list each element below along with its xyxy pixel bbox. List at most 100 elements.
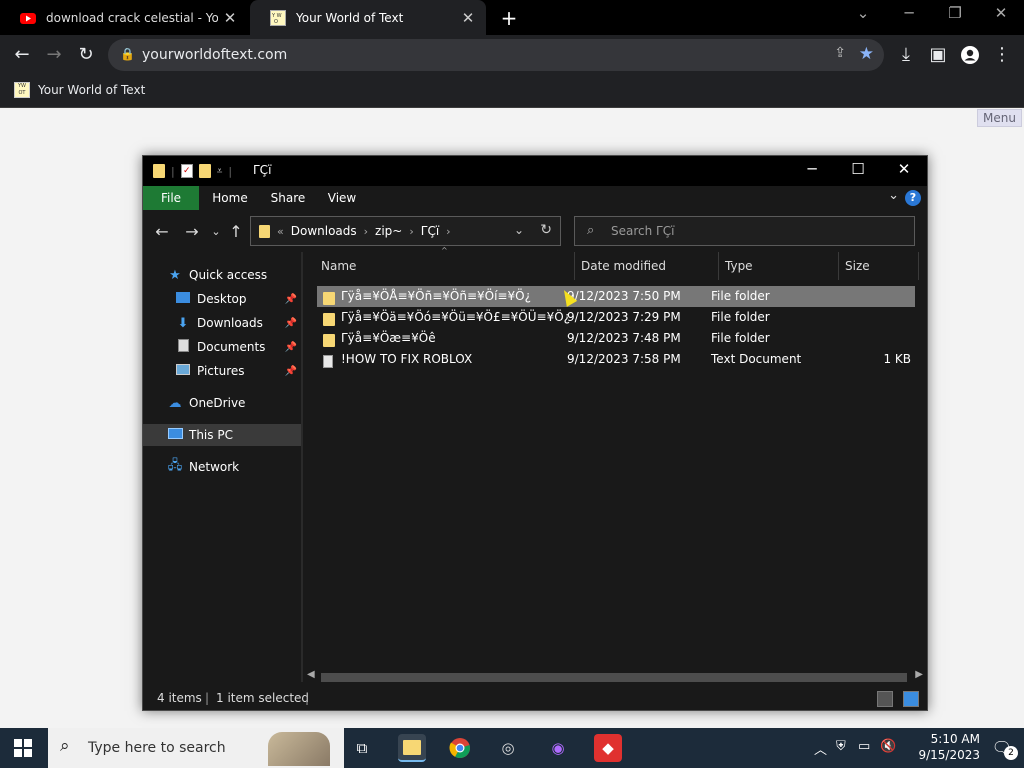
back-arrow-icon[interactable]: ←	[10, 43, 34, 67]
help-icon[interactable]: ?	[905, 190, 921, 206]
network-icon[interactable]: ▭	[858, 739, 870, 754]
file-row[interactable]: Γÿå≡¥Öæ≡¥Öê 9/12/2023 7:48 PM File folder	[317, 328, 915, 349]
file-name: Γÿå≡¥ÖÅ≡¥Öñ≡¥Öñ≡¥Öí≡¥Ö¿	[341, 289, 531, 303]
share-icon[interactable]: ⇪	[834, 45, 846, 61]
nav-downloads[interactable]: ⬇ Downloads 📌	[143, 312, 301, 334]
expand-ribbon-icon[interactable]: ⌄	[888, 188, 899, 203]
reload-icon[interactable]: ↻	[74, 43, 98, 67]
recent-locations-icon[interactable]: ⌄	[206, 225, 226, 238]
up-arrow-icon[interactable]: ↑	[226, 222, 246, 241]
pin-icon: 📌	[284, 365, 297, 377]
tab-file[interactable]: File	[143, 186, 199, 210]
anydesk-icon[interactable]: ◆	[594, 734, 622, 762]
breadcrumb-downloads[interactable]: Downloads	[291, 224, 357, 238]
chrome-icon[interactable]	[446, 734, 474, 762]
nav-documents[interactable]: Documents 📌	[143, 336, 301, 358]
nav-onedrive[interactable]: ☁ OneDrive	[143, 392, 301, 414]
chevron-up-icon[interactable]: ︿	[814, 739, 827, 758]
chevron-right-icon[interactable]: ›	[409, 225, 413, 238]
podcast-app-icon[interactable]: ◉	[544, 734, 572, 762]
address-bar[interactable]: « Downloads › zip~ › ΓÇï › ⌄ ↻	[250, 216, 561, 246]
quick-access-toolbar: | ✓ ⩡ |	[153, 164, 232, 178]
properties-icon[interactable]: ✓	[180, 164, 193, 178]
clock-date: 9/15/2023	[918, 748, 980, 762]
address-bar[interactable]: 🔒 yourworldoftext.com ⇪ ★	[108, 39, 884, 71]
profile-icon[interactable]	[958, 43, 982, 67]
column-size[interactable]: Size	[839, 252, 919, 280]
scroll-right-icon[interactable]: ▶	[915, 669, 923, 680]
page-menu-button[interactable]: Menu	[977, 109, 1022, 127]
scroll-left-icon[interactable]: ◀	[307, 669, 315, 680]
chevron-right-icon[interactable]: ›	[446, 225, 450, 238]
search-icon: ⌕	[587, 223, 595, 238]
file-type: File folder	[711, 331, 770, 345]
obs-icon[interactable]: ◎	[494, 734, 522, 762]
chevron-down-icon[interactable]: ⌄	[848, 4, 878, 22]
breadcrumb-current[interactable]: ΓÇï	[421, 224, 439, 238]
minimize-icon[interactable]: ─	[894, 4, 924, 22]
file-explorer-icon[interactable]	[398, 734, 426, 762]
column-name[interactable]: Name	[315, 252, 575, 280]
shield-icon[interactable]: ⛨	[836, 739, 846, 754]
close-window-icon[interactable]: ✕	[881, 160, 927, 178]
tab-home[interactable]: Home	[205, 186, 255, 210]
file-date: 9/12/2023 7:50 PM	[567, 289, 681, 303]
large-icons-view-icon[interactable]	[903, 691, 919, 707]
nav-this-pc[interactable]: This PC	[143, 424, 301, 446]
tab-view[interactable]: View	[319, 186, 365, 210]
nav-network[interactable]: 🖧 Network	[143, 456, 301, 478]
forward-arrow-icon[interactable]: →	[42, 43, 66, 67]
breadcrumb-zip[interactable]: zip~	[375, 224, 402, 238]
customize-toolbar-icon[interactable]: ⩡	[217, 166, 223, 177]
refresh-icon[interactable]: ↻	[540, 222, 552, 238]
file-explorer-window: | ✓ ⩡ | ΓÇï ─ ☐ ✕ File Home Share View ⌄…	[142, 155, 928, 711]
nav-pictures[interactable]: Pictures 📌	[143, 360, 301, 382]
search-box[interactable]: ⌕	[574, 216, 915, 246]
bookmark-star-icon[interactable]: ★	[859, 44, 874, 64]
back-arrow-icon[interactable]: ←	[152, 222, 172, 241]
nav-quick-access[interactable]: ★ Quick access	[143, 264, 301, 286]
volume-muted-icon[interactable]: 🔇	[880, 739, 896, 754]
file-row[interactable]: Γÿå≡¥Öä≡¥Öó≡¥Öü≡¥Ö£≡¥ÖÜ≡¥Ö¿ 9/12/2023 7:2…	[317, 307, 915, 328]
maximize-icon[interactable]: ☐	[835, 160, 881, 178]
folder-icon	[153, 164, 165, 178]
file-name: !HOW TO FIX ROBLOX	[341, 352, 473, 366]
taskbar-search[interactable]: ⌕ Type here to search	[48, 728, 344, 768]
file-row[interactable]: Γÿå≡¥ÖÅ≡¥Öñ≡¥Öñ≡¥Öí≡¥Ö¿ 9/12/2023 7:50 PM…	[317, 286, 915, 307]
documents-icon	[175, 338, 191, 356]
tab-yourworldoftext[interactable]: Y WO Your World of Text ✕	[250, 0, 486, 35]
chevron-down-icon[interactable]: ⌄	[514, 223, 524, 237]
breadcrumb-overflow[interactable]: «	[277, 225, 284, 238]
file-name: Γÿå≡¥Öä≡¥Öó≡¥Öü≡¥Ö£≡¥ÖÜ≡¥Ö¿	[341, 310, 571, 324]
yourworldoftext-icon: Y WO	[270, 9, 286, 26]
file-row[interactable]: !HOW TO FIX ROBLOX 9/12/2023 7:58 PM Text …	[317, 349, 915, 370]
restore-icon[interactable]: ❐	[940, 4, 970, 22]
url-text[interactable]: yourworldoftext.com	[142, 47, 287, 63]
column-date-modified[interactable]: Date modified	[575, 252, 719, 280]
windows-start-icon[interactable]	[14, 739, 32, 757]
close-window-icon[interactable]: ✕	[986, 4, 1016, 22]
details-view-icon[interactable]	[877, 691, 893, 707]
chevron-right-icon[interactable]: ›	[364, 225, 368, 238]
forward-arrow-icon[interactable]: →	[182, 222, 202, 241]
search-input[interactable]	[611, 221, 901, 241]
task-view-icon[interactable]: ⧉	[348, 734, 376, 762]
minimize-icon[interactable]: ─	[789, 160, 835, 178]
clock[interactable]: 5:10 AM 9/15/2023	[918, 731, 980, 763]
column-type[interactable]: Type	[719, 252, 839, 280]
tab-youtube[interactable]: download crack celestial - YouTube ✕	[0, 0, 248, 35]
new-folder-icon[interactable]	[198, 164, 211, 178]
tab-share[interactable]: Share	[263, 186, 313, 210]
nav-desktop[interactable]: Desktop 📌	[143, 288, 301, 310]
side-panel-icon[interactable]: ▣	[926, 43, 950, 67]
download-icon[interactable]: ⤓	[894, 43, 918, 67]
close-tab-icon[interactable]: ✕	[218, 9, 242, 27]
horizontal-scrollbar[interactable]: ◀ ▶	[303, 669, 927, 685]
new-tab-button[interactable]: +	[498, 6, 520, 30]
file-date: 9/12/2023 7:48 PM	[567, 331, 681, 345]
bookmark-yourworldoftext[interactable]: YW OT Your World of Text	[14, 82, 145, 98]
close-tab-icon[interactable]: ✕	[456, 9, 480, 27]
scrollbar-thumb[interactable]	[321, 673, 907, 682]
taskbar-search-placeholder: Type here to search	[88, 740, 226, 756]
kebab-menu-icon[interactable]: ⋮	[990, 43, 1014, 67]
